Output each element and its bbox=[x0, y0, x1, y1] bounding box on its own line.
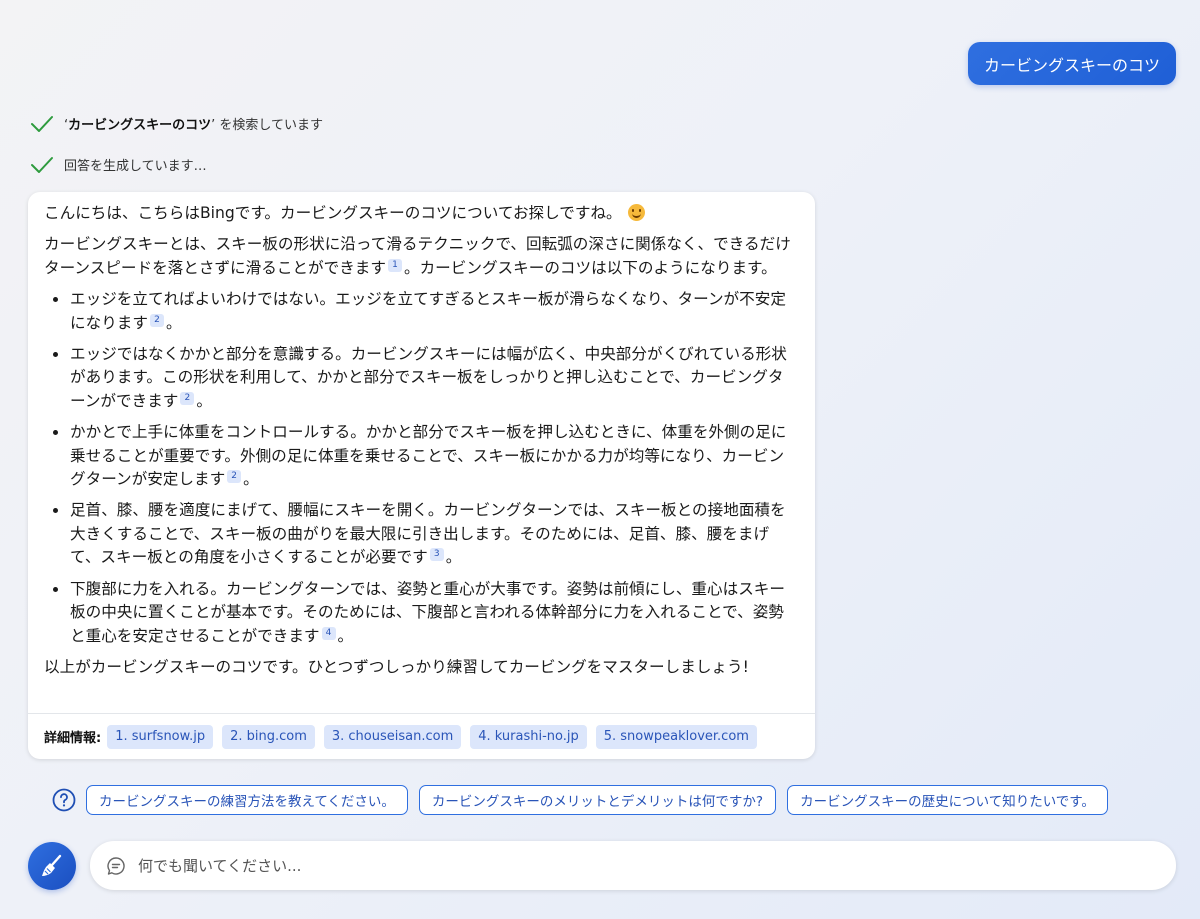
citation-link[interactable]: 2 bbox=[180, 391, 195, 405]
new-topic-button[interactable] bbox=[28, 842, 76, 890]
citation-link[interactable]: 3 bbox=[429, 548, 444, 562]
user-message-bubble: カービングスキーのコツ bbox=[967, 42, 1176, 85]
citation-link[interactable]: 1 bbox=[387, 258, 402, 272]
source-link-1[interactable]: 1. surfsnow.jp bbox=[107, 724, 214, 749]
answer-closing: 以上がカービングスキーのコツです。ひとつずつしっかり練習してカービングをマスター… bbox=[44, 657, 749, 676]
details-bar: 詳細情報: 1. surfsnow.jp 2. bing.com 3. chou… bbox=[28, 713, 815, 759]
status-generating-text: 回答を生成しています… bbox=[64, 159, 207, 174]
user-message-text: カービングスキーのコツ bbox=[983, 55, 1160, 75]
status-searching: ‘カービングスキーのコツ’ を検索しています bbox=[30, 114, 323, 133]
citation-link[interactable]: 4 bbox=[321, 626, 336, 640]
suggestions-row: カービングスキーの練習方法を教えてください。 カービングスキーのメリットとデメリ… bbox=[52, 785, 1119, 815]
list-item: 下腹部に力を入れる。カービングターンでは、姿勢と重心が大事です。姿勢は前傾にし、… bbox=[44, 578, 797, 648]
source-link-2[interactable]: 2. bing.com bbox=[222, 724, 315, 749]
details-label: 詳細情報: bbox=[44, 731, 102, 746]
suggestion-chip-3[interactable]: カービングスキーの歴史について知りたいです。 bbox=[787, 785, 1108, 815]
list-item: エッジではなくかかと部分を意識する。カービングスキーには幅が広く、中央部分がくび… bbox=[44, 343, 797, 413]
list-item: エッジを立てればよいわけではない。エッジを立てすぎるとスキー板が滑らなくなり、タ… bbox=[44, 288, 797, 335]
citation-link[interactable]: 2 bbox=[149, 313, 164, 327]
status-generating: 回答を生成しています… bbox=[30, 155, 207, 174]
check-icon bbox=[31, 156, 53, 173]
answer-body: こんにちは、こちらはBingです。カービングスキーのコツについてお探しですね。 … bbox=[28, 192, 815, 679]
answer-greeting: こんにちは、こちらはBingです。カービングスキーのコツについてお探しですね。 bbox=[44, 202, 797, 225]
source-link-5[interactable]: 5. snowpeaklover.com bbox=[595, 724, 757, 749]
list-item: かかとで上手に体重をコントロールする。かかと部分でスキー板を押し込むときに、体重… bbox=[44, 421, 797, 491]
answer-card: こんにちは、こちらはBingです。カービングスキーのコツについてお探しですね。 … bbox=[28, 192, 815, 759]
chat-input-box[interactable] bbox=[90, 841, 1176, 890]
check-icon bbox=[31, 115, 53, 132]
source-link-4[interactable]: 4. kurashi-no.jp bbox=[470, 724, 587, 749]
tips-list: エッジを立てればよいわけではない。エッジを立てすぎるとスキー板が滑らなくなり、タ… bbox=[44, 288, 797, 648]
question-circle-icon bbox=[52, 788, 76, 812]
list-item: 足首、膝、腰を適度にまげて、腰幅にスキーを開く。カービングターンでは、スキー板と… bbox=[44, 499, 797, 569]
smiling-face-icon bbox=[627, 204, 645, 221]
source-link-3[interactable]: 3. chouseisan.com bbox=[323, 724, 462, 749]
chat-input[interactable] bbox=[138, 856, 1038, 875]
status-searching-text: ‘カービングスキーのコツ’ を検索しています bbox=[64, 118, 324, 133]
suggestion-chip-1[interactable]: カービングスキーの練習方法を教えてください。 bbox=[86, 785, 408, 815]
broom-icon bbox=[42, 854, 62, 876]
answer-intro: カービングスキーとは、スキー板の形状に沿って滑るテクニックで、回転弧の深さに関係… bbox=[44, 235, 791, 277]
suggestion-chip-2[interactable]: カービングスキーのメリットとデメリットは何ですか? bbox=[418, 785, 777, 815]
citation-link[interactable]: 2 bbox=[227, 470, 242, 484]
chat-bubble-icon bbox=[107, 856, 125, 875]
